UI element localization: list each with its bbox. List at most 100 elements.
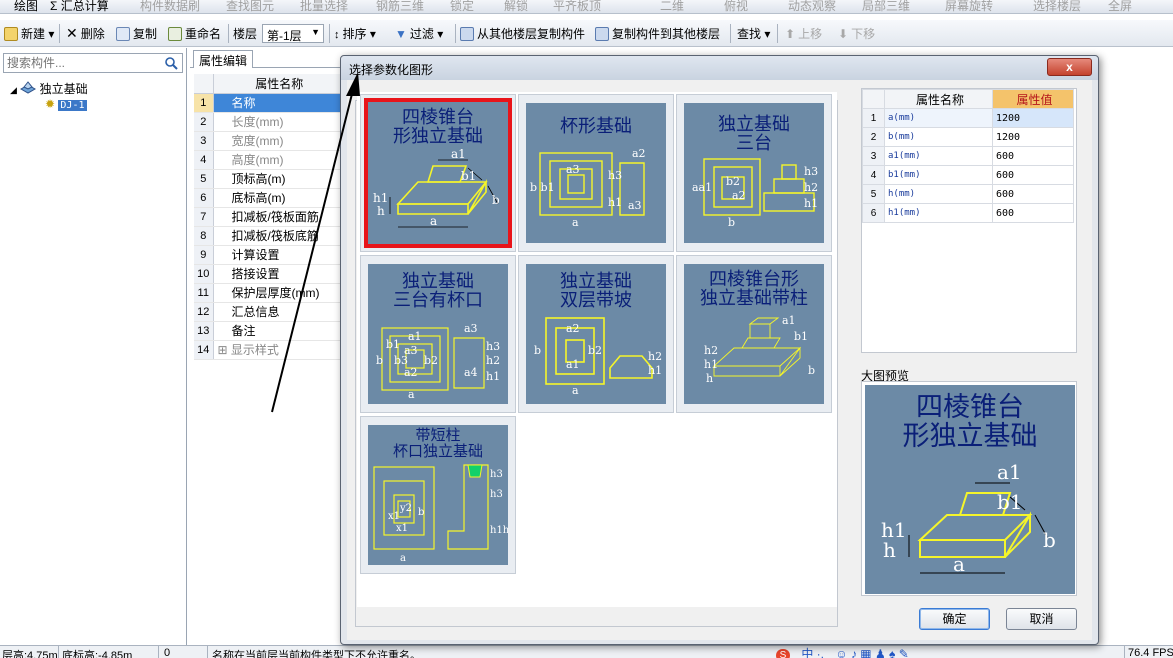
- new-button[interactable]: 新建 ▾: [4, 25, 54, 42]
- search-icon[interactable]: [164, 56, 178, 70]
- menu-component-brush[interactable]: 构件数据刷: [140, 0, 200, 13]
- new-icon: [4, 27, 18, 41]
- shape-card-short-column-cup-foundation[interactable]: 带短柱 杯口独立基础 y2 x1 x1 b a h3 h3 h1h: [360, 416, 516, 574]
- property-row[interactable]: 10 搭接设置: [194, 264, 345, 284]
- property-row[interactable]: 3 宽度(mm): [194, 131, 345, 151]
- status-floor-height: 层高:4.75m: [2, 650, 58, 658]
- menu-align-slab-top[interactable]: 平齐板顶: [553, 0, 601, 13]
- preview-dim-b-label: b: [1043, 528, 1056, 552]
- dim-b1-label: b1: [794, 330, 808, 343]
- property-row[interactable]: 13 备注: [194, 321, 345, 341]
- cancel-button[interactable]: 取消: [1006, 608, 1077, 630]
- parameter-value[interactable]: 600: [992, 184, 1074, 204]
- property-row[interactable]: 8 扣减板/筏板底筋: [194, 226, 345, 246]
- shape-card-cup-foundation[interactable]: 杯形基础 a a3 b b1 a2 h3 h1 a3: [518, 94, 674, 252]
- property-tab-bar: 属性编辑: [190, 48, 345, 68]
- double-slope-foundation-drawing: a2 b b2 a1 a h2 h1: [534, 317, 662, 397]
- dim-a-label: a: [408, 388, 415, 401]
- property-row[interactable]: 4 高度(mm): [194, 150, 345, 170]
- copy-to-floor-button[interactable]: 复制构件到其他楼层: [595, 25, 720, 42]
- dim-b-label: b b1: [530, 181, 555, 194]
- property-row[interactable]: 6 底标高(m): [194, 188, 345, 208]
- dim-b2-label: b2: [588, 344, 602, 357]
- dialog-close-button[interactable]: x: [1047, 58, 1092, 76]
- tree-node-independent-foundation[interactable]: ◢ 独立基础: [10, 80, 88, 97]
- menu-dynamic-view[interactable]: 动态观察: [788, 0, 836, 13]
- property-row[interactable]: 9 计算设置: [194, 245, 345, 265]
- shape-thumbnail: 独立基础 三台有杯口 a1 b1 a3 b b3 b2 a2 a a3 h3 h…: [368, 264, 508, 404]
- shape-grid: 四棱锥台 形独立基础 a h1 h a1 b1 b 杯形基础 a a3 b b1…: [357, 92, 837, 607]
- menu-lock[interactable]: 锁定: [450, 0, 474, 13]
- menu-fullscreen[interactable]: 全屏: [1108, 0, 1132, 13]
- dialog-titlebar[interactable]: 选择参数化图形 x: [341, 56, 1098, 80]
- move-down-button[interactable]: ⬇ 下移: [838, 25, 875, 42]
- property-row[interactable]: 12 汇总信息: [194, 302, 345, 322]
- ime-logo-icon: S: [776, 649, 790, 658]
- property-row[interactable]: 11 保护层厚度(mm): [194, 283, 345, 303]
- rename-button[interactable]: 重命名: [168, 25, 221, 42]
- toolbar-separator: [777, 24, 778, 43]
- shape-card-pyramid-with-column[interactable]: 四棱锥台形 独立基础带柱 a1 b1 h2 h1 h b: [676, 255, 832, 413]
- parameter-value[interactable]: 1200: [992, 127, 1074, 147]
- move-up-button[interactable]: ⬆ 上移: [785, 25, 822, 42]
- menu-draw[interactable]: 绘图: [14, 0, 38, 13]
- shape-card-three-step-foundation[interactable]: 独立基础 三台 b aa1 b2 a2 h3 h2 h1: [676, 94, 832, 252]
- menu-local-3d[interactable]: 局部三维: [862, 0, 910, 13]
- property-row[interactable]: 14 ⊞ 显示样式: [194, 340, 345, 360]
- menu-2d[interactable]: 二维: [660, 0, 684, 13]
- parameter-row[interactable]: 6 h1(mm) 600: [862, 203, 1074, 223]
- property-name: 扣减板/筏板底筋: [213, 226, 345, 246]
- find-button[interactable]: 查找 ▾: [737, 25, 770, 42]
- shape-card-double-slope-foundation[interactable]: 独立基础 双层带坡 a2 b b2 a1 a h2 h1: [518, 255, 674, 413]
- collapse-triangle-icon[interactable]: ◢: [10, 85, 17, 95]
- parameter-name: a1(mm): [884, 146, 993, 166]
- parameter-value[interactable]: 600: [992, 203, 1074, 223]
- row-number: 4: [194, 150, 214, 170]
- menu-summary-calc[interactable]: Σ 汇总计算: [50, 0, 109, 13]
- parameter-row[interactable]: 5 h(mm) 600: [862, 184, 1074, 204]
- parameter-row[interactable]: 2 b(mm) 1200: [862, 127, 1074, 147]
- property-name: 备注: [213, 321, 345, 341]
- copy-from-floor-button[interactable]: 从其他楼层复制构件: [460, 25, 585, 42]
- ok-button[interactable]: 确定: [919, 608, 990, 630]
- menu-batch-select[interactable]: 批量选择: [300, 0, 348, 13]
- tab-property-edit[interactable]: 属性编辑: [193, 50, 254, 68]
- shape-card-three-step-cup-foundation[interactable]: 独立基础 三台有杯口 a1 b1 a3 b b3 b2 a2 a a3 h3 h…: [360, 255, 516, 413]
- menu-find-element[interactable]: 查找图元: [226, 0, 274, 13]
- delete-button[interactable]: ✕ 删除: [66, 25, 105, 42]
- menu-unlock[interactable]: 解锁: [504, 0, 528, 13]
- row-number: 3: [862, 146, 885, 166]
- copy-button[interactable]: 复制: [116, 25, 157, 42]
- component-search-input[interactable]: [4, 54, 159, 72]
- row-number: 1: [862, 108, 885, 128]
- filter-button[interactable]: ▼ 过滤 ▾: [395, 25, 443, 42]
- dim-h1-label: h1: [373, 191, 388, 205]
- floor-select[interactable]: 第-1层 ▼: [262, 24, 324, 43]
- parameter-row[interactable]: 1 a(mm) 1200: [862, 108, 1074, 128]
- dim-b2-label: b2: [726, 175, 740, 188]
- tree-node-dj1[interactable]: ✹ DJ-1: [10, 97, 88, 114]
- property-row[interactable]: 2 长度(mm): [194, 112, 345, 132]
- property-row[interactable]: 1 名称: [194, 93, 345, 113]
- row-number: 2: [862, 127, 885, 147]
- expand-icon[interactable]: ⊞: [218, 343, 231, 357]
- up-arrow-icon: ⬆: [785, 27, 796, 41]
- property-row[interactable]: 7 扣减板/筏板面筋: [194, 207, 345, 227]
- shape-card-pyramid-frustum[interactable]: 四棱锥台 形独立基础 a h1 h a1 b1 b: [360, 94, 516, 252]
- ime-toolbar[interactable]: S 中 ·, ☺ ♪ ▦ ♟ ♠ ✎: [776, 645, 981, 658]
- property-name-label: 显示样式: [230, 343, 279, 357]
- parameter-value[interactable]: 1200: [992, 108, 1074, 128]
- sort-button[interactable]: ↕ 排序 ▾: [334, 25, 376, 42]
- parameter-row[interactable]: 3 a1(mm) 600: [862, 146, 1074, 166]
- dim-a3-right-label: a3: [628, 199, 642, 212]
- parameter-value[interactable]: 600: [992, 146, 1074, 166]
- row-number: 14: [194, 340, 214, 360]
- property-row[interactable]: 5 顶标高(m): [194, 169, 345, 189]
- menu-rebar-3d[interactable]: 钢筋三维: [376, 0, 424, 13]
- menu-screen-rotate[interactable]: 屏幕旋转: [945, 0, 993, 13]
- menu-top-view[interactable]: 俯视: [724, 0, 748, 13]
- menu-select-floor[interactable]: 选择楼层: [1033, 0, 1081, 13]
- parameter-value[interactable]: 600: [992, 165, 1074, 185]
- status-message: 名称在当前层当前构件类型下不允许重名。: [212, 650, 421, 658]
- parameter-row[interactable]: 4 b1(mm) 600: [862, 165, 1074, 185]
